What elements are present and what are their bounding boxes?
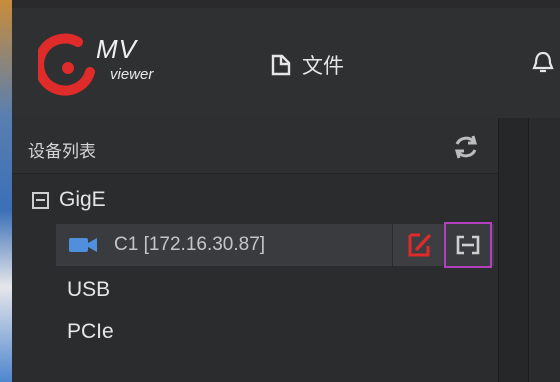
collapse-icon[interactable] <box>32 191 49 209</box>
edit-device-button[interactable] <box>392 224 442 266</box>
tree-group-label: GigE <box>59 188 106 211</box>
device-row[interactable]: C1 [172.16.30.87] <box>56 222 494 268</box>
camera-icon <box>69 238 97 252</box>
file-menu-button[interactable]: 文件 <box>270 51 344 79</box>
device-list-header: 设备列表 <box>12 118 498 174</box>
tree-group-gige[interactable]: GigE <box>32 188 106 212</box>
app-header: MV viewer 文件 <box>12 8 560 118</box>
tree-group-usb[interactable]: USB <box>67 278 110 302</box>
file-menu-label: 文件 <box>302 55 344 78</box>
edit-icon <box>408 233 431 257</box>
logo-title: MV <box>96 34 137 64</box>
app-logo: MV viewer <box>38 32 188 102</box>
device-label: C1 [172.16.30.87] <box>114 234 266 255</box>
logo-subtitle: viewer <box>110 66 154 83</box>
desktop-background-edge <box>0 0 12 382</box>
bell-icon[interactable] <box>532 50 554 76</box>
refresh-icon[interactable] <box>452 133 480 161</box>
file-icon <box>271 54 291 76</box>
right-pane <box>528 118 560 382</box>
connect-device-button[interactable] <box>444 222 492 268</box>
device-list-title: 设备列表 <box>28 142 96 161</box>
tree-group-pcie[interactable]: PCIe <box>67 320 114 344</box>
panel-splitter[interactable] <box>498 118 528 382</box>
connect-icon <box>456 235 480 255</box>
logo-mark-icon <box>38 33 95 96</box>
desktop-top-strip <box>0 0 560 8</box>
device-list-panel: 设备列表 GigE C1 [172.16.30.87] USB PCIe <box>12 118 498 382</box>
